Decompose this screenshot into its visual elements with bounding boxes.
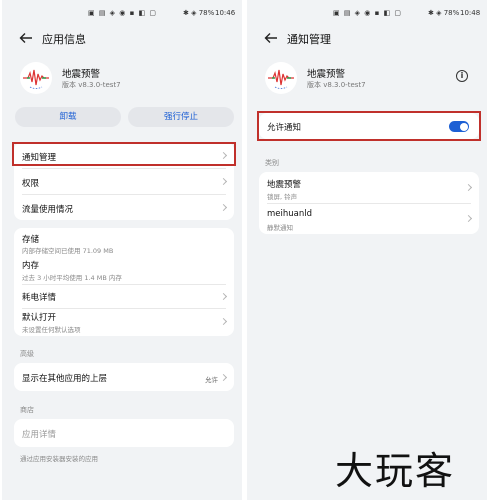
status-bar: ▣ ▤ ◈ ◉ ▪ ◧ ▢ ✱ ◈ 78% 10:46 [2,0,242,26]
app-version: 版本 v8.3.0-test7 [62,81,121,89]
display-over-apps-item[interactable]: 显示在其他应用的上层 允许 [14,363,234,391]
memory-detail: 过去 3 小时平均使用 1.4 MB 内存 [22,274,122,282]
install-source-text: 通过应用安装器安装的应用 [20,455,98,463]
chevron-right-icon [219,317,228,326]
highlight-box [257,111,481,141]
notification-management-screen: ▣ ▤ ◈ ◉ ▪ ◧ ▢ ✱ ◈ 78% 10:48 通知管理 地震预警 版本… [247,0,487,500]
memory-item[interactable]: 内存 过去 3 小时平均使用 1.4 MB 内存 [14,256,234,284]
page-title: 应用信息 [42,33,86,46]
uninstall-button[interactable]: 卸载 [15,107,121,127]
status-time: 10:46 [215,9,236,17]
section-store: 商店 [20,406,34,414]
chevron-right-icon [219,177,228,186]
top-bar: 通知管理 [247,26,487,50]
chevron-right-icon [464,214,473,223]
chevron-right-icon [219,203,228,212]
data-usage-label: 流量使用情况 [22,205,74,215]
highlight-box [12,142,236,166]
power-details-item[interactable]: 耗电详情 [14,284,234,308]
chevron-right-icon [219,373,228,382]
category-detail: 锁屏, 铃声 [267,193,298,201]
settings-card-3: 显示在其他应用的上层 允许 [14,363,234,391]
section-categories: 类别 [265,159,279,167]
app-details-label: 应用详情 [22,430,57,440]
status-icons: ▣ ▤ ◈ ◉ ▪ ◧ ▢ [333,9,403,17]
battery-indicator: ✱ ◈ 78% [428,9,460,17]
back-arrow-icon[interactable] [263,30,279,46]
status-time: 10:48 [460,9,481,17]
status-bar: ▣ ▤ ◈ ◉ ▪ ◧ ▢ ✱ ◈ 78% 10:48 [247,0,487,26]
category-detail: 静默通知 [267,224,293,232]
settings-card-4: 应用详情 [14,419,234,447]
settings-card-2: 存储 内部存储空间已使用 71.09 MB 内存 过去 3 小时平均使用 1.4… [14,228,234,336]
app-version: 版本 v8.3.0-test7 [307,81,366,89]
battery-indicator: ✱ ◈ 78% [183,9,215,17]
app-logo-icon [20,62,52,94]
storage-detail: 内部存储空间已使用 71.09 MB [22,247,114,255]
app-name: 地震预警 [62,69,101,80]
app-header: 地震预警 版本 v8.3.0-test7 [2,50,242,94]
force-stop-button[interactable]: 强行停止 [128,107,234,127]
category-item[interactable]: 地震预警 锁屏, 铃声 [259,172,479,203]
section-advanced: 高级 [20,350,34,358]
app-logo-icon [265,62,297,94]
page-title: 通知管理 [287,33,331,46]
watermark-logo: 大玩客 [335,449,456,493]
category-item[interactable]: meihuanld 静默通知 [259,203,479,234]
chevron-right-icon [219,292,228,301]
memory-label: 内存 [22,261,40,271]
categories-card: 地震预警 锁屏, 铃声 meihuanld 静默通知 [259,172,479,234]
category-name: 地震预警 [267,180,302,190]
app-header: 地震预警 版本 v8.3.0-test7 i [247,50,487,94]
storage-item[interactable]: 存储 内部存储空间已使用 71.09 MB [14,228,234,256]
display-over-apps-value: 允许 [205,376,218,384]
chevron-right-icon [464,183,473,192]
power-details-label: 耗电详情 [22,293,57,303]
info-icon[interactable]: i [456,70,468,82]
top-bar: 应用信息 [2,26,242,50]
app-name: 地震预警 [307,69,346,80]
permissions-item[interactable]: 权限 [14,168,234,194]
app-info-screen: ▣ ▤ ◈ ◉ ▪ ◧ ▢ ✱ ◈ 78% 10:46 应用信息 地震预警 版本… [2,0,242,500]
permissions-label: 权限 [22,179,40,189]
status-icons: ▣ ▤ ◈ ◉ ▪ ◧ ▢ [88,9,158,17]
category-name: meihuanld [267,209,312,219]
open-by-default-detail: 未设置任何默认选项 [22,326,81,334]
app-details-item[interactable]: 应用详情 [14,419,234,447]
back-arrow-icon[interactable] [18,30,34,46]
open-by-default-item[interactable]: 默认打开 未设置任何默认选项 [14,308,234,336]
storage-label: 存储 [22,235,40,245]
data-usage-item[interactable]: 流量使用情况 [14,194,234,220]
display-over-apps-label: 显示在其他应用的上层 [22,374,108,384]
open-by-default-label: 默认打开 [22,313,57,323]
